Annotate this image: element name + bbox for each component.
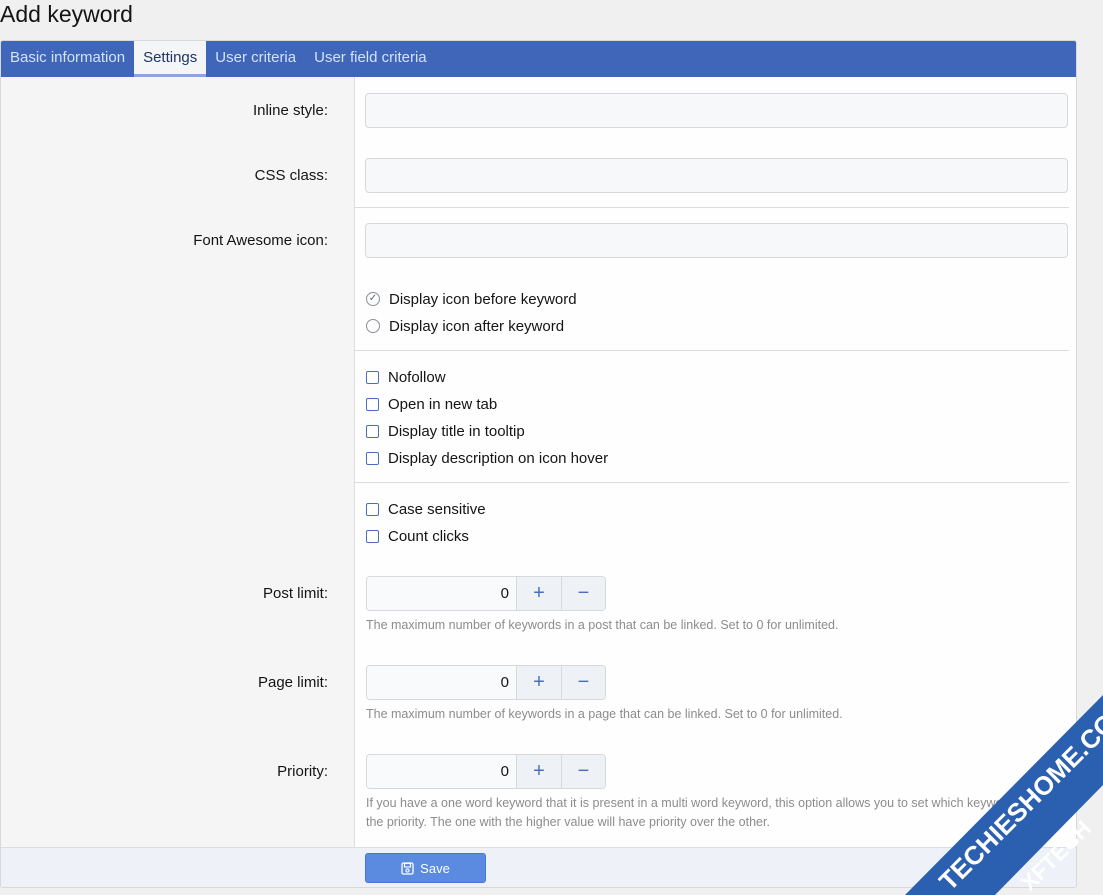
tab-basic-information[interactable]: Basic information <box>1 41 134 77</box>
post-limit-stepper: 0 + − <box>366 576 606 611</box>
checkbox-title-tooltip[interactable]: Display title in tooltip <box>366 422 525 440</box>
radio-label: Display icon after keyword <box>389 317 565 335</box>
checkbox-icon <box>366 370 379 384</box>
divider <box>355 207 1069 208</box>
tab-settings[interactable]: Settings <box>134 41 207 77</box>
radio-checked-icon: ✓ <box>366 292 380 306</box>
font-awesome-icon-label: Font Awesome icon: <box>193 232 328 249</box>
page-limit-increment-button[interactable]: + <box>517 666 561 699</box>
inline-style-label: Inline style: <box>252 102 328 119</box>
checkbox-icon <box>366 502 379 516</box>
css-class-label: CSS class: <box>254 167 328 184</box>
post-limit-decrement-button[interactable]: − <box>561 577 605 610</box>
checkbox-label: Nofollow <box>388 368 446 386</box>
tab-bar: Basic information Settings User criteria… <box>1 41 1076 77</box>
radio-icon-after[interactable]: Display icon after keyword <box>366 317 564 335</box>
page-limit-label: Page limit: <box>257 674 328 691</box>
page-limit-stepper: 0 + − <box>366 665 606 700</box>
checkbox-nofollow[interactable]: Nofollow <box>366 368 446 386</box>
radio-icon-before[interactable]: ✓ Display icon before keyword <box>366 290 577 308</box>
font-awesome-icon-input[interactable] <box>365 223 1068 258</box>
css-class-input[interactable] <box>365 158 1068 193</box>
radio-label: Display icon before keyword <box>389 290 577 308</box>
checkbox-description-hover[interactable]: Display description on icon hover <box>366 449 608 467</box>
post-limit-label: Post limit: <box>262 585 328 602</box>
checkbox-icon <box>366 397 379 411</box>
checkbox-count-clicks[interactable]: Count clicks <box>366 527 469 545</box>
priority-label: Priority: <box>277 763 328 780</box>
divider <box>355 482 1069 483</box>
priority-input[interactable]: 0 <box>367 755 517 788</box>
radio-unchecked-icon <box>366 319 380 333</box>
post-limit-increment-button[interactable]: + <box>517 577 561 610</box>
page-limit-input[interactable]: 0 <box>367 666 517 699</box>
label-column <box>1 77 355 847</box>
tab-user-criteria[interactable]: User criteria <box>206 41 305 77</box>
watermark-ribbon: TECHIESHOME.COM XFTECH <box>900 680 1103 895</box>
checkbox-icon <box>366 451 379 465</box>
checkbox-icon <box>366 529 379 543</box>
save-icon <box>401 861 414 875</box>
checkbox-label: Case sensitive <box>388 500 486 518</box>
checkbox-icon <box>366 424 379 438</box>
divider <box>355 350 1069 351</box>
save-button[interactable]: Save <box>365 853 486 883</box>
tab-user-field-criteria[interactable]: User field criteria <box>305 41 436 77</box>
checkbox-label: Open in new tab <box>388 395 498 413</box>
priority-decrement-button[interactable]: − <box>561 755 605 788</box>
page-limit-decrement-button[interactable]: − <box>561 666 605 699</box>
checkbox-open-new-tab[interactable]: Open in new tab <box>366 395 497 413</box>
post-limit-input[interactable]: 0 <box>367 577 517 610</box>
checkbox-case-sensitive[interactable]: Case sensitive <box>366 500 486 518</box>
save-label: Save <box>420 860 450 876</box>
checkbox-label: Count clicks <box>388 527 469 545</box>
post-limit-hint: The maximum number of keywords in a post… <box>366 618 839 632</box>
checkbox-label: Display title in tooltip <box>388 422 525 440</box>
priority-stepper: 0 + − <box>366 754 606 789</box>
page-title: Add keyword <box>0 1 133 27</box>
priority-increment-button[interactable]: + <box>517 755 561 788</box>
inline-style-input[interactable] <box>365 93 1068 128</box>
checkbox-label: Display description on icon hover <box>388 449 609 467</box>
